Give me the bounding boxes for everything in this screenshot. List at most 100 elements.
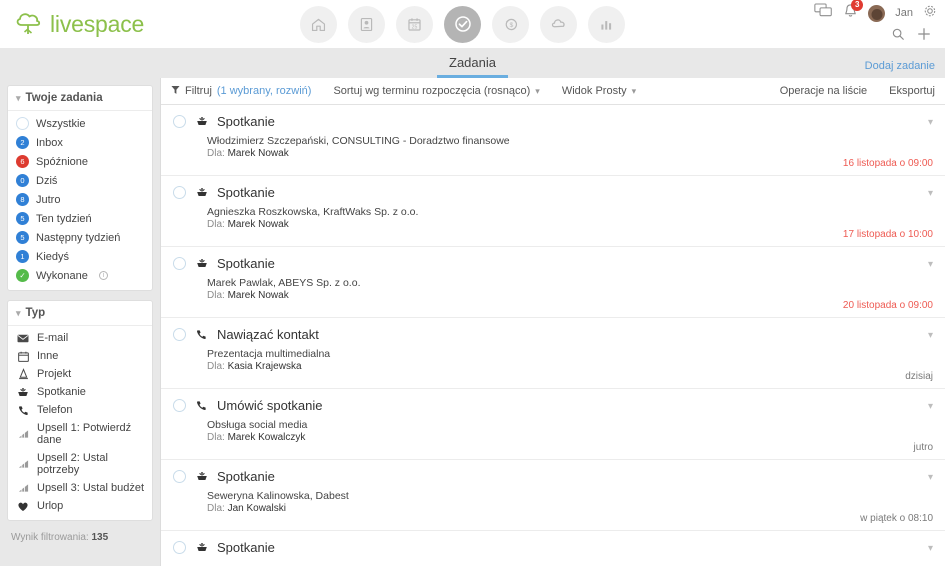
avatar[interactable]	[868, 4, 886, 22]
task-assignee: Dla: Marek Nowak	[207, 219, 933, 230]
view-dropdown[interactable]: Widok Prosty ▾	[562, 85, 636, 97]
count-badge: 0	[16, 174, 29, 187]
nav-tasks-button[interactable]	[444, 5, 481, 43]
sidebar-item-spotkanie[interactable]: Spotkanie	[8, 383, 152, 401]
user-name-label: Jan	[895, 7, 913, 19]
count-badge: 6	[16, 155, 29, 168]
add-task-link[interactable]: Dodaj zadanie	[865, 60, 935, 72]
gear-icon[interactable]	[923, 4, 937, 23]
task-subject: Obsługa social media	[207, 419, 308, 431]
sidebar-item-kiedys[interactable]: 1 Kiedyś	[8, 247, 152, 266]
view-label: Widok Prosty	[561, 85, 627, 97]
info-icon[interactable]: i	[98, 271, 108, 280]
table-row[interactable]: Spotkanie Włodzimierz Szczepański, CONSU…	[161, 105, 945, 176]
chevron-down-icon[interactable]: ▾	[928, 259, 933, 270]
sidebar-item-label: Upsell 3: Ustal budżet	[37, 482, 144, 494]
task-complete-checkbox[interactable]	[173, 328, 186, 341]
sidebar-item-dzis[interactable]: 0 Dziś	[8, 171, 152, 190]
nav-calendar-button[interactable]: 25	[396, 5, 433, 43]
meeting-icon	[16, 387, 30, 398]
sidebar-item-jutro[interactable]: 8 Jutro	[8, 190, 152, 209]
chevron-down-icon: ▾	[16, 92, 21, 103]
chevron-down-icon[interactable]: ▾	[928, 188, 933, 199]
sidebar-item-upsell-3[interactable]: Upsell 3: Ustal budżet	[8, 479, 152, 497]
count-badge: 1	[16, 250, 29, 263]
count-badge: 2	[16, 136, 29, 149]
brand-logo[interactable]: livespace	[0, 11, 300, 38]
sidebar-item-label: Wszystkie	[36, 117, 86, 130]
cloud-icon	[550, 15, 568, 33]
chevron-down-icon[interactable]: ▾	[928, 543, 933, 554]
filter-result-value: 135	[91, 532, 109, 543]
task-complete-checkbox[interactable]	[173, 470, 186, 483]
sidebar-item-nastepny-tydzien[interactable]: 5 Następny tydzień	[8, 228, 152, 247]
task-complete-checkbox[interactable]	[173, 115, 186, 128]
calendar-small-icon	[16, 351, 30, 362]
plus-icon[interactable]	[917, 27, 931, 46]
task-due-date: 20 listopada o 09:00	[842, 300, 933, 311]
sidebar-item-wykonane[interactable]: ✓ Wykonane i	[8, 266, 152, 285]
sidebar-item-spoznione[interactable]: 6 Spóźnione	[8, 152, 152, 171]
nav-cloud-button[interactable]	[540, 5, 577, 43]
list-operations-button[interactable]: Operacje na liście	[780, 85, 867, 97]
filter-button[interactable]: Filtruj (1 wybrany, rozwiń)	[171, 85, 311, 98]
task-due-date: dzisiaj	[905, 371, 933, 382]
sidebar-item-upsell-1[interactable]: Upsell 1: Potwierdź dane	[8, 419, 152, 449]
task-list: Spotkanie Włodzimierz Szczepański, CONSU…	[161, 105, 945, 566]
main-content: Filtruj (1 wybrany, rozwiń) Sortuj wg te…	[160, 78, 945, 566]
filter-result: Wynik filtrowania: 135	[7, 530, 153, 545]
sidebar-item-label: Dziś	[36, 174, 58, 187]
nav-home-button[interactable]	[300, 5, 337, 43]
chevron-down-icon: ▾	[535, 85, 540, 96]
chevron-down-icon[interactable]: ▾	[928, 401, 933, 412]
table-row[interactable]: Nawiązać kontakt Prezentacja multimedial…	[161, 318, 945, 389]
nav-contacts-button[interactable]	[348, 5, 385, 43]
task-subject: Agnieszka Roszkowska, KraftWaks Sp. z o.…	[207, 206, 419, 218]
task-assignee-label: Dla:	[207, 148, 225, 159]
your-tasks-panel-header[interactable]: ▾ Twoje zadania	[8, 86, 152, 111]
task-complete-checkbox[interactable]	[173, 186, 186, 199]
search-icon[interactable]	[891, 27, 905, 46]
task-complete-checkbox[interactable]	[173, 257, 186, 270]
sidebar-item-label: Upsell 2: Ustal potrzeby	[37, 452, 108, 476]
nav-deals-button[interactable]: $	[492, 5, 529, 43]
type-panel-header[interactable]: ▾ Typ	[8, 301, 152, 326]
sidebar-item-label: Upsell 1: Potwierdź dane	[37, 422, 132, 446]
table-row[interactable]: Umówić spotkanie Obsługa social media Dl…	[161, 389, 945, 460]
chat-icon[interactable]	[814, 3, 833, 23]
sidebar-item-upsell-2[interactable]: Upsell 2: Ustal potrzeby	[8, 449, 152, 479]
chevron-down-icon[interactable]: ▾	[928, 472, 933, 483]
sidebar-item-wszystkie[interactable]: Wszystkie	[8, 114, 152, 133]
export-button[interactable]: Eksportuj	[889, 85, 935, 97]
sidebar-item-email[interactable]: E-mail	[8, 329, 152, 347]
sidebar-item-ten-tydzien[interactable]: 5 Ten tydzień	[8, 209, 152, 228]
nav-reports-button[interactable]	[588, 5, 625, 43]
table-row[interactable]: Spotkanie Marek Pawlak, ABEYS Sp. z o.o.…	[161, 247, 945, 318]
filter-funnel-icon	[171, 85, 180, 98]
envelope-icon	[16, 334, 30, 343]
table-row[interactable]: Spotkanie Seweryna Kalinowska, Dabest Dl…	[161, 460, 945, 531]
type-panel-title: Typ	[25, 307, 46, 319]
sidebar-item-inne[interactable]: Inne	[8, 347, 152, 365]
sidebar-item-projekt[interactable]: Projekt	[8, 365, 152, 383]
table-row[interactable]: Spotkanie Agnieszka Roszkowska, KraftWak…	[161, 176, 945, 247]
chevron-down-icon[interactable]: ▾	[928, 330, 933, 341]
filter-expand-link[interactable]: (1 wybrany, rozwiń)	[217, 85, 312, 97]
task-complete-checkbox[interactable]	[173, 399, 186, 412]
sort-dropdown[interactable]: Sortuj wg terminu rozpoczęcia (rosnąco) …	[333, 85, 539, 97]
sidebar-item-urlop[interactable]: Urlop	[8, 497, 152, 515]
task-assignee-label: Dla:	[207, 503, 225, 514]
notifications-bell[interactable]: 3	[843, 0, 864, 24]
task-due-date: jutro	[913, 442, 933, 453]
table-row[interactable]: Spotkanie ▾	[161, 531, 945, 566]
list-toolbar: Filtruj (1 wybrany, rozwiń) Sortuj wg te…	[161, 78, 945, 105]
chevron-down-icon[interactable]: ▾	[928, 117, 933, 128]
tab-zadania[interactable]: Zadania	[437, 55, 508, 78]
toolbar-right-actions: Operacje na liście Eksportuj	[780, 85, 935, 97]
sidebar-item-telefon[interactable]: Telefon	[8, 401, 152, 419]
sidebar-item-label: Urlop	[37, 500, 64, 512]
task-complete-checkbox[interactable]	[173, 541, 186, 554]
sidebar-item-inbox[interactable]: 2 Inbox	[8, 133, 152, 152]
task-subject: Seweryna Kalinowska, Dabest	[207, 490, 349, 502]
task-subject: Włodzimierz Szczepański, CONSULTING - Do…	[207, 135, 510, 147]
